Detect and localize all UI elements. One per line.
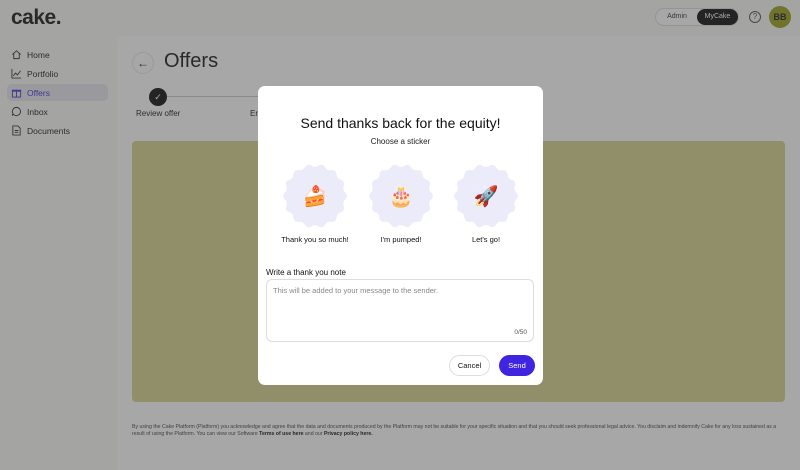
- sticker-badge: 🍰: [283, 164, 347, 228]
- sticker-label: Let's go!: [471, 235, 501, 244]
- sticker-label: I'm pumped!: [380, 235, 422, 244]
- sticker-option-birthday[interactable]: 🎂 I'm pumped!: [366, 164, 436, 244]
- cancel-button[interactable]: Cancel: [449, 355, 490, 376]
- sticker-badge: 🚀: [454, 164, 518, 228]
- dialog-title: Send thanks back for the equity!: [300, 115, 501, 131]
- sticker-label: Thank you so much!: [281, 235, 349, 244]
- sticker-badge: 🎂: [369, 164, 433, 228]
- sticker-option-rocket[interactable]: 🚀 Let's go!: [451, 164, 521, 244]
- sticker-option-cake[interactable]: 🍰 Thank you so much!: [280, 164, 350, 244]
- note-label: Write a thank you note: [266, 268, 346, 277]
- cake-slice-icon: 🍰: [302, 186, 328, 208]
- send-button[interactable]: Send: [499, 355, 535, 376]
- birthday-cake-icon: 🎂: [388, 186, 414, 208]
- character-counter: 0/50: [514, 329, 527, 336]
- rocket-icon: 🚀: [473, 186, 499, 208]
- note-field[interactable]: 0/50: [266, 279, 534, 342]
- dialog-subtitle: Choose a sticker: [370, 137, 431, 146]
- note-textarea[interactable]: [273, 286, 523, 322]
- thanks-dialog: Send thanks back for the equity! Choose …: [258, 86, 543, 385]
